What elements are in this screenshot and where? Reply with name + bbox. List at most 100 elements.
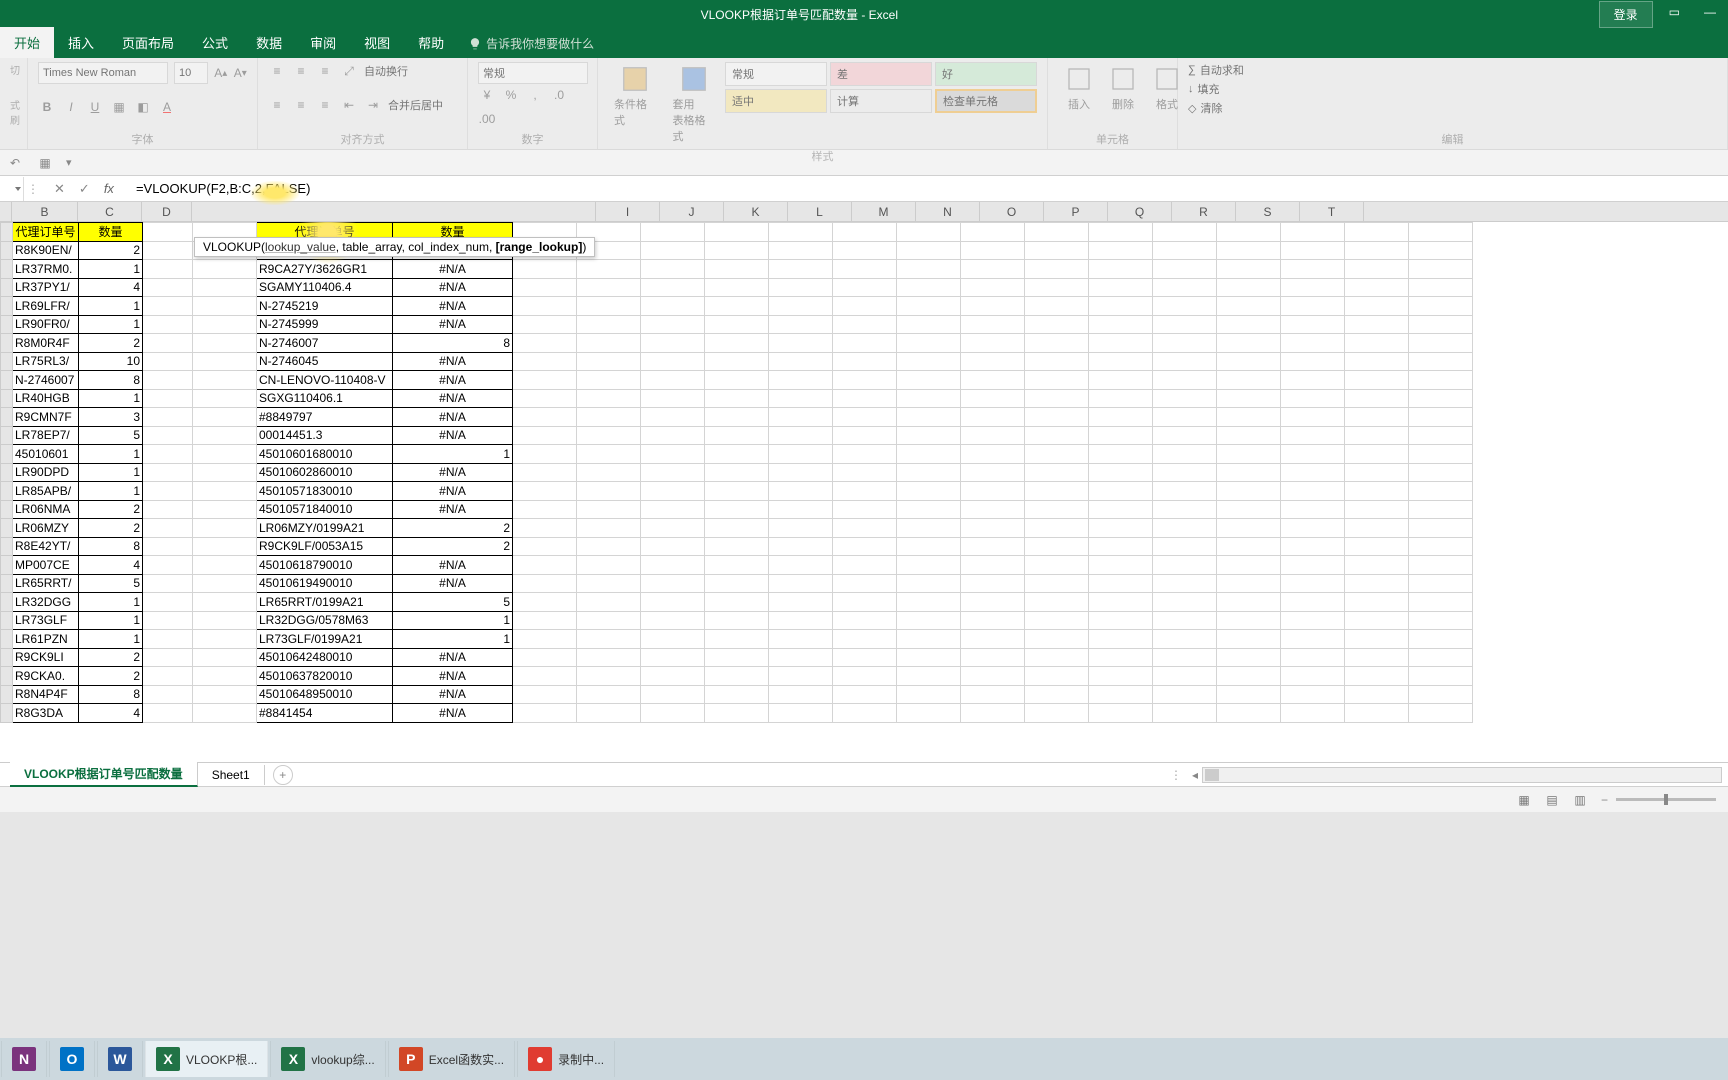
taskbar-excel-1[interactable]: XVLOOKP根... — [145, 1041, 268, 1077]
col-J[interactable]: J — [660, 202, 724, 221]
cell-B[interactable]: R8M0R4F — [13, 334, 79, 353]
cell-C[interactable]: 1 — [79, 630, 143, 649]
col-K[interactable]: K — [724, 202, 788, 221]
sheet-tab-1[interactable]: VLOOKP根据订单号匹配数量 — [10, 762, 198, 787]
cell-B[interactable]: R9CKA0. — [13, 667, 79, 686]
insert-cells-button[interactable]: 插入 — [1058, 62, 1100, 114]
cell-C[interactable]: 1 — [79, 297, 143, 316]
tab-page-layout[interactable]: 页面布局 — [108, 27, 188, 58]
underline-icon[interactable]: U — [86, 98, 104, 116]
cell-G[interactable]: #N/A — [393, 648, 513, 667]
cell-F[interactable]: LR73GLF/0199A21 — [257, 630, 393, 649]
cell-F[interactable]: #8849797 — [257, 408, 393, 427]
cell-B[interactable]: LR40HGB — [13, 389, 79, 408]
sheet-tab-2[interactable]: Sheet1 — [198, 765, 265, 785]
cell-B[interactable]: LR65RRT/ — [13, 574, 79, 593]
cell-B[interactable]: R8K90EN/ — [13, 241, 79, 260]
cell-F[interactable]: R9CA27Y/3626GR1 — [257, 260, 393, 279]
cell-C[interactable]: 5 — [79, 574, 143, 593]
zoom-slider[interactable] — [1616, 798, 1716, 801]
cell-B[interactable]: 45010601 — [13, 445, 79, 464]
cell-F[interactable]: 45010571840010 — [257, 500, 393, 519]
cell-F[interactable]: 45010571830010 — [257, 482, 393, 501]
align-right-icon[interactable]: ≡ — [316, 96, 334, 114]
col-M[interactable]: M — [852, 202, 916, 221]
cell-F[interactable]: 45010602860010 — [257, 463, 393, 482]
cell-G[interactable]: #N/A — [393, 482, 513, 501]
tooltip-arg-lookup-value[interactable]: lookup_value — [265, 240, 336, 254]
cell-C[interactable]: 1 — [79, 389, 143, 408]
col-B[interactable]: B — [12, 202, 78, 221]
cell-C[interactable]: 1 — [79, 445, 143, 464]
cell-G[interactable]: #N/A — [393, 574, 513, 593]
comma-icon[interactable]: , — [526, 86, 544, 104]
cell-G[interactable]: 8 — [393, 334, 513, 353]
col-L[interactable]: L — [788, 202, 852, 221]
clipboard-cut[interactable]: 切 — [10, 62, 17, 77]
tab-formulas[interactable]: 公式 — [188, 27, 242, 58]
cell-G[interactable]: #N/A — [393, 278, 513, 297]
cell-G[interactable]: #N/A — [393, 667, 513, 686]
italic-icon[interactable]: I — [62, 98, 80, 116]
cell-B[interactable]: LR90DPD — [13, 463, 79, 482]
cell-C[interactable]: 8 — [79, 537, 143, 556]
cell-G[interactable]: #N/A — [393, 371, 513, 390]
cell-C[interactable]: 2 — [79, 648, 143, 667]
font-color-icon[interactable]: A — [158, 98, 176, 116]
clipboard-brush[interactable]: 式刷 — [10, 97, 17, 127]
ribbon-display-options[interactable]: ▭ — [1657, 1, 1692, 28]
orientation-icon[interactable]: ⤢ — [340, 62, 358, 80]
increase-font-icon[interactable]: A▴ — [214, 64, 228, 82]
login-button[interactable]: 登录 — [1599, 1, 1653, 28]
cell-C[interactable]: 8 — [79, 685, 143, 704]
tell-me[interactable]: 告诉我你想要做什么 — [458, 29, 604, 58]
col-P[interactable]: P — [1044, 202, 1108, 221]
taskbar-powerpoint[interactable]: PExcel函数实... — [388, 1041, 515, 1077]
align-bot-icon[interactable]: ≡ — [316, 62, 334, 80]
view-page-layout-icon[interactable]: ▤ — [1539, 790, 1565, 810]
col-R[interactable]: R — [1172, 202, 1236, 221]
cell-B[interactable]: LR06MZY — [13, 519, 79, 538]
cell-C[interactable]: 1 — [79, 315, 143, 334]
cell-F[interactable]: N-2746045 — [257, 352, 393, 371]
cell-G[interactable]: #N/A — [393, 426, 513, 445]
cell-B[interactable]: R9CK9LI — [13, 648, 79, 667]
cell-B[interactable]: LR32DGG — [13, 593, 79, 612]
delete-cells-button[interactable]: 删除 — [1102, 62, 1144, 114]
cell-G[interactable]: #N/A — [393, 408, 513, 427]
taskbar-recording[interactable]: ●录制中... — [517, 1041, 615, 1077]
formula-input[interactable]: =VLOOKUP(F2,B:C,2,FALSE) — [132, 181, 1728, 197]
cancel-edit-icon[interactable]: ✕ — [54, 181, 65, 197]
cell-B[interactable]: LR75RL3/ — [13, 352, 79, 371]
col-T[interactable]: T — [1300, 202, 1364, 221]
taskbar-excel-2[interactable]: Xvlookup综... — [270, 1041, 385, 1077]
cell-F[interactable]: #8841454 — [257, 704, 393, 723]
cell-B[interactable]: LR37PY1/ — [13, 278, 79, 297]
cell-G[interactable]: 2 — [393, 537, 513, 556]
tab-home[interactable]: 开始 — [0, 27, 54, 58]
style-bad[interactable]: 差 — [830, 62, 932, 86]
align-top-icon[interactable]: ≡ — [268, 62, 286, 80]
bold-icon[interactable]: B — [38, 98, 56, 116]
cell-G[interactable]: 5 — [393, 593, 513, 612]
cell-F[interactable]: LR06MZY/0199A21 — [257, 519, 393, 538]
cell-F[interactable]: 45010648950010 — [257, 685, 393, 704]
cell-B[interactable]: LR06NMA — [13, 500, 79, 519]
cell-G[interactable]: 1 — [393, 611, 513, 630]
cell-C[interactable]: 2 — [79, 667, 143, 686]
decrease-font-icon[interactable]: A▾ — [234, 64, 248, 82]
merge-center[interactable]: 合并后居中 — [388, 97, 443, 113]
cell-G[interactable]: #N/A — [393, 704, 513, 723]
horizontal-scrollbar[interactable] — [1202, 767, 1722, 783]
cell-G[interactable]: #N/A — [393, 500, 513, 519]
align-left-icon[interactable]: ≡ — [268, 96, 286, 114]
cell-B[interactable]: LR78EP7/ — [13, 426, 79, 445]
cell-F[interactable]: 45010618790010 — [257, 556, 393, 575]
percent-icon[interactable]: % — [502, 86, 520, 104]
cell-B[interactable]: LR73GLF — [13, 611, 79, 630]
tab-review[interactable]: 审阅 — [296, 27, 350, 58]
font-name-input[interactable] — [38, 62, 168, 84]
cell-G[interactable]: 1 — [393, 630, 513, 649]
cell-F[interactable]: 00014451.3 — [257, 426, 393, 445]
cell-B[interactable]: LR69LFR/ — [13, 297, 79, 316]
